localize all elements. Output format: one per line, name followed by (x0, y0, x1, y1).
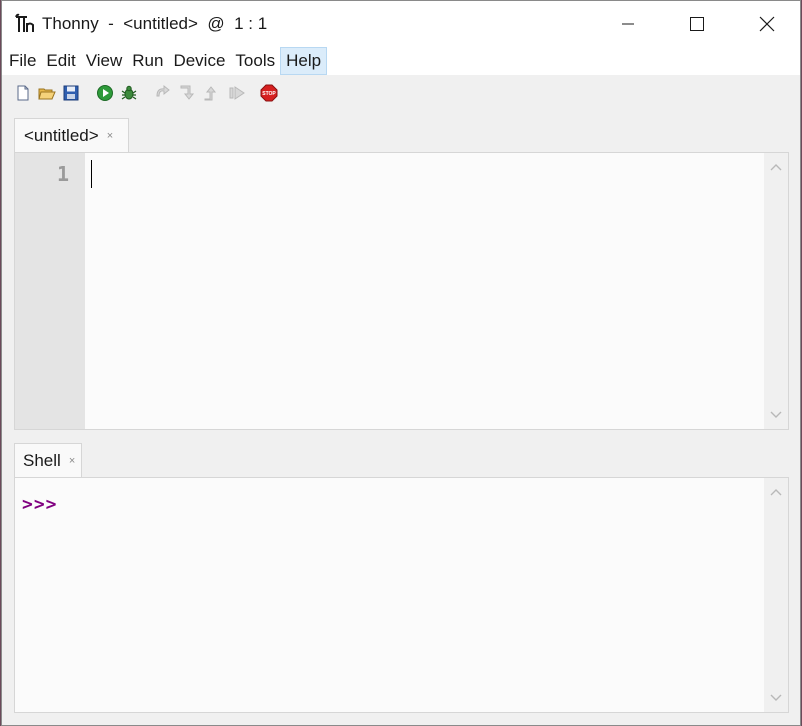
code-editor[interactable]: 1 (14, 152, 789, 430)
stop-icon[interactable]: STOP (260, 84, 278, 102)
menu-bar: File Edit View Run Device Tools Help (2, 47, 800, 75)
editor-vertical-scrollbar[interactable] (764, 153, 788, 429)
debug-icon[interactable] (120, 84, 138, 102)
toolbar: STOP (2, 75, 800, 111)
close-button[interactable] (744, 1, 790, 47)
thonny-logo-icon (15, 13, 34, 32)
step-into-icon[interactable] (178, 84, 196, 102)
menu-tools[interactable]: Tools (230, 47, 280, 75)
scroll-down-icon[interactable] (770, 694, 782, 702)
tab-shell[interactable]: Shell × (14, 443, 82, 478)
maximize-icon (690, 17, 704, 31)
shell-prompt: >>> (22, 494, 58, 515)
menu-edit[interactable]: Edit (41, 47, 80, 75)
tab-shell-label: Shell (23, 451, 61, 470)
run-icon[interactable] (96, 84, 114, 102)
shell-panel[interactable]: >>> (14, 477, 789, 713)
close-icon (759, 16, 775, 32)
step-over-icon[interactable] (154, 84, 172, 102)
scroll-up-icon[interactable] (770, 488, 782, 496)
new-file-icon[interactable] (14, 84, 32, 102)
tab-untitled-close-icon[interactable]: × (107, 130, 113, 142)
thonny-window: Thonny - <untitled> @ 1 : 1 File Edit Vi… (1, 0, 801, 726)
minimize-button[interactable] (605, 1, 651, 47)
resume-icon[interactable] (228, 84, 246, 102)
tab-shell-close-icon[interactable]: × (69, 455, 75, 467)
minimize-icon (622, 23, 634, 25)
scroll-down-icon[interactable] (770, 411, 782, 419)
window-title: Thonny - <untitled> @ 1 : 1 (42, 14, 268, 33)
tab-untitled[interactable]: <untitled> × (14, 118, 129, 153)
shell-vertical-scrollbar[interactable] (764, 478, 788, 712)
tab-untitled-label: <untitled> (24, 126, 99, 145)
maximize-button[interactable] (674, 1, 720, 47)
menu-help[interactable]: Help (280, 47, 328, 75)
open-file-icon[interactable] (38, 84, 56, 102)
menu-run[interactable]: Run (127, 47, 168, 75)
menu-file[interactable]: File (4, 47, 41, 75)
title-bar[interactable]: Thonny - <untitled> @ 1 : 1 (2, 1, 800, 47)
scroll-up-icon[interactable] (770, 163, 782, 171)
line-number: 1 (56, 162, 69, 186)
step-out-icon[interactable] (202, 84, 220, 102)
save-icon[interactable] (62, 84, 80, 102)
menu-view[interactable]: View (81, 47, 128, 75)
menu-device[interactable]: Device (168, 47, 230, 75)
line-number-gutter: 1 (15, 153, 85, 429)
stop-label: STOP (262, 91, 276, 97)
text-cursor (91, 160, 92, 188)
